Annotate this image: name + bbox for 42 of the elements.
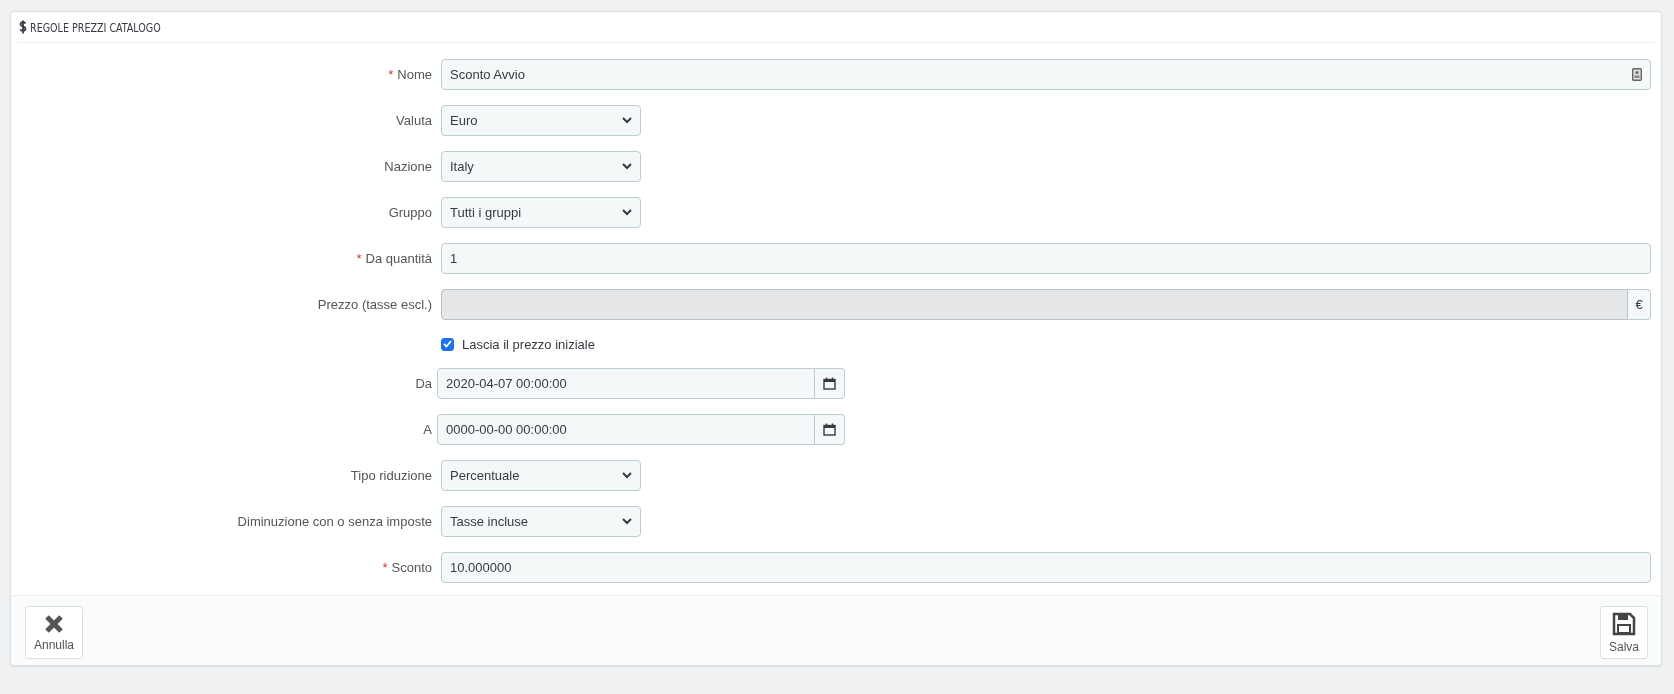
dropdown-caret-icon [622,518,632,525]
calendar-button[interactable] [815,414,845,445]
calendar-icon [823,377,836,390]
text-field[interactable]: Sconto Avvio [441,59,1651,90]
field-label: A [423,422,432,437]
field-label: Tipo riduzione [350,468,432,483]
field-label: Valuta [396,113,432,128]
dollar-icon [19,20,27,34]
required-asterisk: * [356,251,362,266]
field-label: Nome [397,67,432,82]
calendar-icon [823,423,836,436]
field-label: Gruppo [388,205,432,220]
currency-addon: € [1628,289,1651,320]
select-dropdown[interactable]: Euro [441,105,641,136]
date-field[interactable]: 2020-04-07 00:00:00 [437,368,815,399]
select-dropdown[interactable]: Italy [441,151,641,182]
select-dropdown[interactable]: Tutti i gruppi [441,197,641,228]
required-asterisk: * [382,560,388,575]
select-dropdown[interactable]: Percentuale [441,460,641,491]
field-label: Nazione [384,159,432,174]
calendar-button[interactable] [815,368,845,399]
select-dropdown[interactable]: Tasse incluse [441,506,641,537]
dropdown-caret-icon [622,472,632,479]
field-label: Sconto [391,560,432,575]
field-label: Diminuzione con o senza imposte [237,514,432,529]
text-field[interactable]: 10.000000 [441,552,1651,583]
dropdown-caret-icon [622,117,632,124]
dropdown-caret-icon [622,163,632,170]
contact-card-icon [1632,68,1642,81]
cancel-button[interactable]: Annulla [25,606,84,659]
text-field[interactable]: 1 [441,243,1651,274]
checkbox-label: Lascia il prezzo iniziale [462,336,595,352]
close-icon [44,613,64,634]
checkbox[interactable] [441,337,454,351]
save-button[interactable]: Salva [1599,606,1648,659]
field-label: Da [415,376,432,391]
field-label: Prezzo (tasse escl.) [317,297,432,312]
panel-title: REGOLE PREZZI CATALOGO [30,19,161,35]
required-asterisk: * [388,67,394,82]
field-label: Da quantità [365,251,432,266]
dropdown-caret-icon [622,209,632,216]
date-field[interactable]: 0000-00-00 00:00:00 [437,414,815,445]
